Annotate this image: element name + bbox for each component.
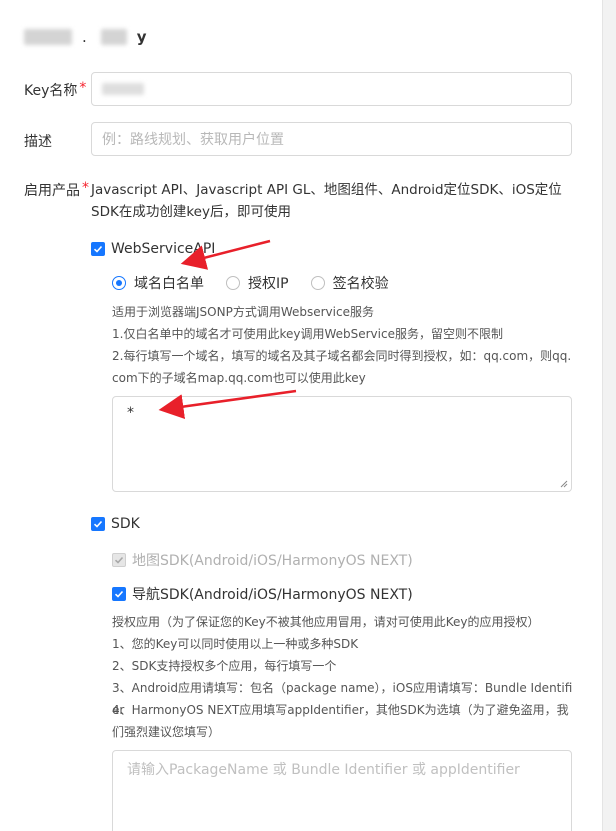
check-icon	[112, 553, 126, 567]
app-authorization-textarea[interactable]: 请输入PackageName 或 Bundle Identifier 或 app…	[112, 750, 572, 831]
webservice-checkbox[interactable]: WebServiceAPI	[91, 241, 215, 257]
title-suffix: y	[136, 28, 147, 46]
apps-placeholder: 请输入PackageName 或 Bundle Identifier 或 app…	[127, 762, 520, 778]
nav-sdk-checkbox[interactable]: 导航SDK(Android/iOS/HarmonyOS NEXT)	[112, 584, 413, 604]
sdk-label: SDK	[111, 516, 140, 532]
nav-sdk-label: 导航SDK(Android/iOS/HarmonyOS NEXT)	[132, 587, 413, 603]
radio-unselected-icon	[226, 276, 240, 290]
description-input[interactable]: 例：路线规划、获取用户位置	[91, 122, 572, 156]
check-icon	[91, 242, 105, 256]
sdk-checkbox[interactable]: SDK	[91, 516, 140, 532]
obscured-title-text	[24, 29, 72, 45]
description-label: 描述	[24, 134, 52, 150]
products-label-text: 启用产品	[24, 183, 80, 199]
page-title: . y	[24, 25, 147, 49]
map-sdk-checkbox: 地图SDK(Android/iOS/HarmonyOS NEXT)	[112, 550, 413, 570]
key-name-label: Key名称 *	[24, 80, 86, 100]
radio-signature-check[interactable]: 签名校验	[310, 273, 389, 293]
webservice-auth-radio-group: 域名白名单 授权IP 签名校验	[112, 273, 411, 293]
obscured-key-name	[100, 29, 127, 45]
check-icon	[112, 587, 126, 601]
obscured-key-name-value	[102, 83, 144, 95]
radio-label: 签名校验	[332, 276, 389, 292]
radio-authorized-ip[interactable]: 授权IP	[226, 273, 289, 293]
key-name-input[interactable]	[91, 72, 572, 106]
sdk-hint-4: 4、HarmonyOS NEXT应用填写appIdentifier，其他SDK为…	[112, 703, 569, 739]
webservice-label: WebServiceAPI	[111, 241, 216, 257]
resize-grip-icon[interactable]	[560, 480, 568, 488]
required-mark: *	[82, 180, 89, 196]
products-intro: Javascript API、Javascript API GL、地图组件、An…	[91, 182, 562, 220]
domain-whitelist-textarea[interactable]: *	[112, 396, 572, 492]
radio-label: 授权IP	[248, 276, 289, 292]
scrollbar-track[interactable]	[602, 0, 616, 831]
radio-selected-icon	[112, 276, 126, 290]
key-edit-form-page: . y Key名称 * 描述 例：路线规划、获取用户位置 启用产品 * Javasc…	[0, 0, 616, 831]
webservice-hint-2: 1.仅白名单中的域名才可使用此key调用WebService服务，留空则不限制	[112, 327, 503, 341]
description-placeholder: 例：路线规划、获取用户位置	[102, 132, 284, 148]
sdk-hint-2: 2、SDK支持授权多个应用，每行填写一个	[112, 659, 337, 673]
whitelist-value: *	[127, 405, 134, 421]
webservice-hint-1: 适用于浏览器端JSONP方式调用Webservice服务	[112, 305, 374, 319]
webservice-hint-3: 2.每行填写一个域名，填写的域名及其子域名都会同时得到授权，如：qq.com，则…	[112, 349, 572, 385]
sdk-hint-intro: 授权应用（为了保证您的Key不被其他应用冒用，请对可使用此Key的应用授权）	[112, 615, 540, 629]
check-icon	[91, 517, 105, 531]
map-sdk-label: 地图SDK(Android/iOS/HarmonyOS NEXT)	[132, 553, 413, 569]
key-name-label-text: Key名称	[24, 83, 78, 99]
radio-unselected-icon	[310, 276, 325, 290]
title-separator: .	[82, 28, 87, 46]
required-mark: *	[79, 80, 87, 96]
products-label: 启用产品 *	[24, 180, 89, 200]
radio-domain-whitelist[interactable]: 域名白名单	[112, 273, 204, 293]
sdk-hint-1: 1、您的Key可以同时使用以上一种或多种SDK	[112, 637, 359, 651]
radio-label: 域名白名单	[134, 276, 204, 292]
